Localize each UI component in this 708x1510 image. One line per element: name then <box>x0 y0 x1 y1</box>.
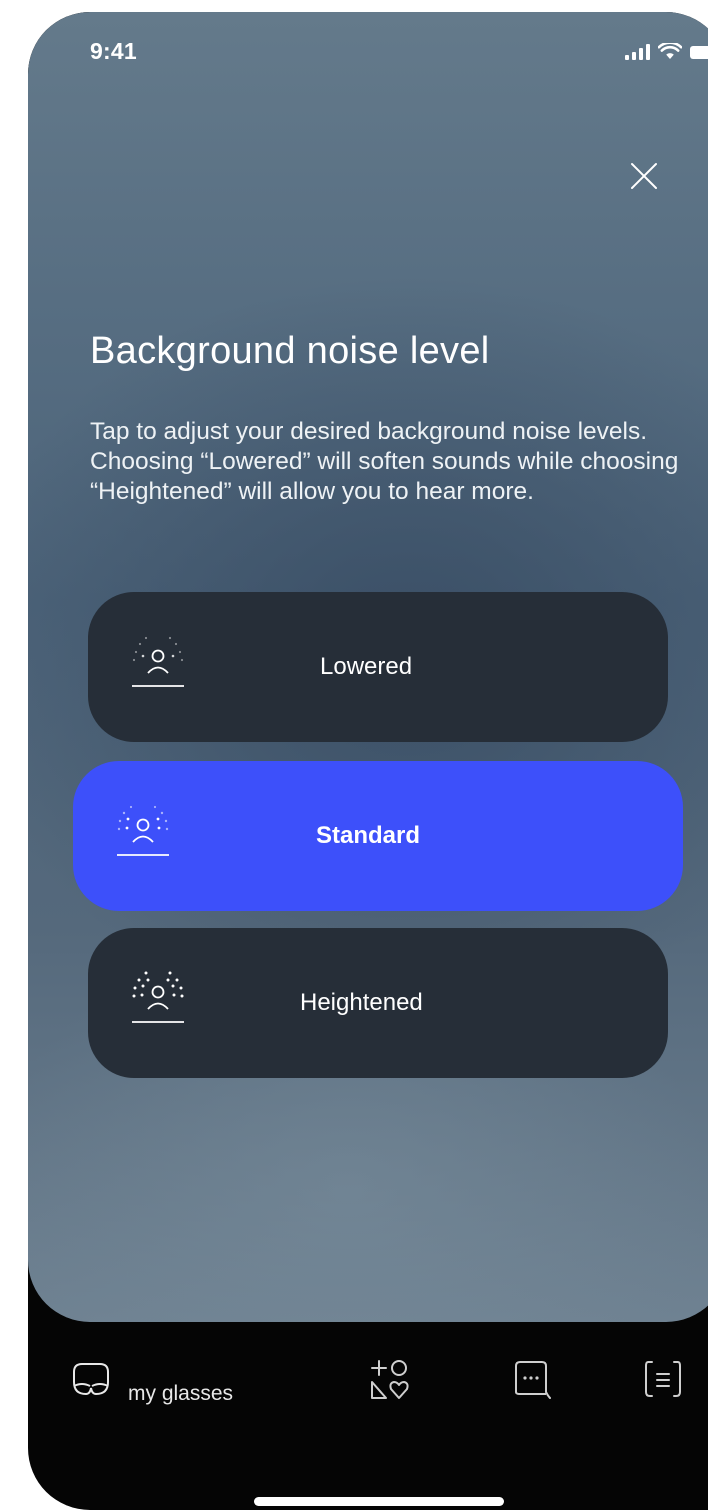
status-time: 9:41 <box>90 38 137 64</box>
list-icon[interactable] <box>638 1354 688 1404</box>
option-label-heightened: Heightened <box>300 989 423 1016</box>
option-label-lowered: Lowered <box>320 653 413 680</box>
noise-standard-icon <box>117 805 169 856</box>
phone-screen: 9:41 Background noise level Tap to adjus… <box>28 12 708 1510</box>
bottom-nav <box>28 1322 708 1510</box>
noise-heightened-icon <box>132 971 184 1023</box>
chat-icon[interactable] <box>506 1354 556 1404</box>
option-standard[interactable]: Standard <box>73 761 683 911</box>
shapes-icon[interactable] <box>364 1352 418 1406</box>
battery-icon <box>690 46 708 59</box>
noise-level-sheet: 9:41 Background noise level Tap to adjus… <box>28 12 708 1322</box>
close-button[interactable] <box>624 156 664 196</box>
option-label-standard: Standard <box>316 822 421 849</box>
page-description: Tap to adjust your desired background no… <box>90 418 679 505</box>
page-title: Background noise level <box>90 330 490 372</box>
option-heightened[interactable]: Heightened <box>88 928 668 1078</box>
signal-icon <box>625 44 650 60</box>
status-icons <box>625 42 708 60</box>
option-lowered[interactable]: Lowered <box>88 592 668 742</box>
glasses-icon[interactable] <box>66 1352 116 1402</box>
close-x-icon <box>631 163 657 189</box>
wifi-icon <box>658 43 682 59</box>
home-indicator[interactable] <box>254 1497 504 1506</box>
noise-lowered-icon <box>132 636 184 687</box>
nav-glasses-label[interactable]: my glasses <box>128 1382 233 1406</box>
